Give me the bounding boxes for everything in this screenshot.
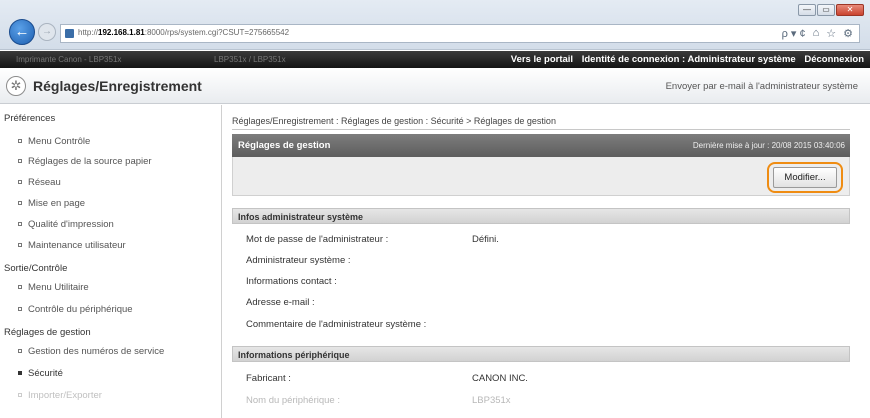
- settings-icon: ✲: [6, 76, 26, 96]
- browser-chrome: — ▭ ✕ ← → http://192.168.1.81:8000/rps/s…: [0, 0, 870, 50]
- device-info-section-header: Informations périphérique: [232, 346, 850, 362]
- email-address-label: Adresse e-mail :: [246, 297, 315, 308]
- logout-link[interactable]: Déconnexion: [804, 54, 864, 65]
- email-admin-link[interactable]: Envoyer par e-mail à l'administrateur sy…: [666, 81, 858, 92]
- top-navigation-bar: Imprimante Canon - LBP351x LBP351x / LBP…: [0, 51, 870, 68]
- sidebar-item-qualite[interactable]: Qualité d'impression: [18, 219, 114, 230]
- panel-title: Réglages de gestion: [238, 140, 331, 151]
- manufacturer-value: CANON INC.: [472, 373, 528, 384]
- panel-toolbar: [232, 157, 850, 196]
- forward-button[interactable]: →: [38, 23, 56, 41]
- printer-name: Imprimante Canon - LBP351x: [16, 55, 122, 64]
- divider: [232, 129, 850, 130]
- sidebar-item-menu-controle[interactable]: Menu Contrôle: [18, 136, 90, 147]
- sidebar-item-maintenance[interactable]: Maintenance utilisateur: [18, 240, 126, 251]
- star-icon[interactable]: ☆: [826, 27, 836, 40]
- page-header: ✲ Réglages/Enregistrement Envoyer par e-…: [0, 68, 870, 104]
- sidebar-item-numeros-service[interactable]: Gestion des numéros de service: [18, 346, 164, 357]
- gear-icon[interactable]: ⚙: [843, 27, 853, 40]
- maximize-button[interactable]: ▭: [817, 4, 835, 16]
- sidebar-item-securite[interactable]: Sécurité: [18, 368, 63, 379]
- close-button[interactable]: ✕: [836, 4, 864, 16]
- device-name-label: Nom du périphérique :: [246, 395, 340, 406]
- bullet-icon: [18, 159, 22, 164]
- portal-link[interactable]: Vers le portail: [511, 54, 573, 65]
- bullet-icon: [18, 393, 22, 398]
- sidebar-section-gestion: Réglages de gestion: [4, 327, 91, 338]
- bullet-icon: [18, 243, 22, 248]
- sidebar-item-controle-peripherique[interactable]: Contrôle du périphérique: [18, 304, 133, 315]
- device-name: LBP351x / LBP351x: [214, 55, 286, 64]
- site-favicon-icon: [65, 29, 74, 38]
- panel-header: Réglages de gestion Dernière mise à jour…: [232, 134, 850, 157]
- last-update-text: Dernière mise à jour : 20/08 2015 03:40:…: [692, 141, 845, 150]
- page-title: Réglages/Enregistrement: [33, 78, 202, 94]
- minimize-button[interactable]: —: [798, 4, 816, 16]
- sidebar-section-preferences: Préférences: [4, 113, 56, 124]
- sidebar-item-mise-en-page[interactable]: Mise en page: [18, 198, 85, 209]
- sidebar-item-source-papier[interactable]: Réglages de la source papier: [18, 156, 152, 167]
- device-name-value: LBP351x: [472, 395, 511, 406]
- bullet-icon: [18, 307, 22, 312]
- sidebar-item-menu-utilitaire[interactable]: Menu Utilitaire: [18, 282, 89, 293]
- back-button[interactable]: ←: [9, 19, 35, 45]
- arrow-right-icon: →: [42, 26, 52, 37]
- bullet-icon: [18, 180, 22, 185]
- system-admin-label: Administrateur système :: [246, 255, 351, 266]
- bullet-icon: [18, 371, 22, 376]
- topbar-links: Vers le portail Identité de connexion : …: [505, 54, 864, 65]
- sidebar-section-sortie: Sortie/Contrôle: [4, 263, 68, 274]
- contact-info-label: Informations contact :: [246, 276, 337, 287]
- modify-button[interactable]: Modifier...: [773, 167, 837, 188]
- search-icon[interactable]: ρ ▾ ¢: [782, 27, 806, 40]
- sidebar-item-importer-exporter[interactable]: Importer/Exporter: [18, 390, 102, 401]
- admin-comment-label: Commentaire de l'administrateur système …: [246, 319, 427, 330]
- admin-info-section-header: Infos administrateur système: [232, 208, 850, 224]
- sidebar: Préférences Menu Contrôle Réglages de la…: [0, 105, 222, 418]
- address-tools: ρ ▾ ¢ ⌂ ☆ ⚙: [782, 27, 853, 40]
- arrow-left-icon: ←: [14, 23, 30, 40]
- section-title: Informations périphérique: [238, 350, 350, 360]
- bullet-icon: [18, 349, 22, 354]
- address-bar[interactable]: http://192.168.1.81:8000/rps/system.cgi?…: [60, 24, 860, 43]
- sidebar-item-reseau[interactable]: Réseau: [18, 177, 61, 188]
- admin-password-label: Mot de passe de l'administrateur :: [246, 234, 389, 245]
- manufacturer-label: Fabricant :: [246, 373, 291, 384]
- bullet-icon: [18, 285, 22, 290]
- bullet-icon: [18, 139, 22, 144]
- breadcrumb: Réglages/Enregistrement : Réglages de ge…: [232, 116, 556, 126]
- bullet-icon: [18, 201, 22, 206]
- admin-password-value: Défini.: [472, 234, 499, 245]
- section-title: Infos administrateur système: [238, 212, 364, 222]
- login-identity: Identité de connexion : Administrateur s…: [581, 54, 796, 65]
- address-url[interactable]: http://192.168.1.81:8000/rps/system.cgi?…: [78, 28, 289, 37]
- home-icon[interactable]: ⌂: [813, 27, 820, 40]
- window-controls: — ▭ ✕: [798, 4, 864, 16]
- bullet-icon: [18, 222, 22, 227]
